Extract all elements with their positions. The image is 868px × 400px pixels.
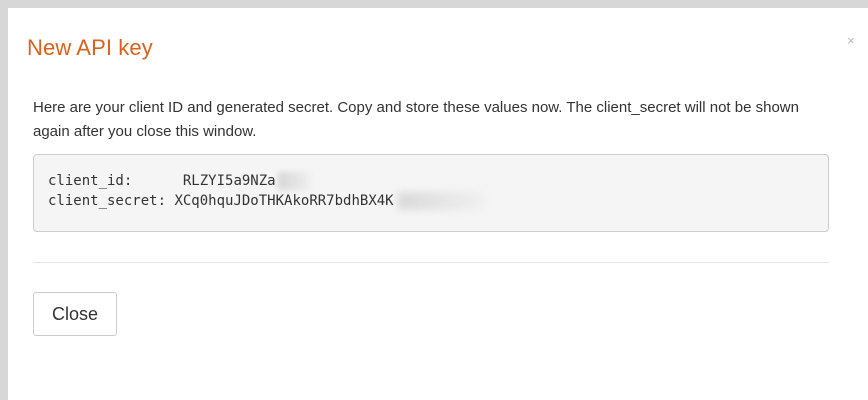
client-secret-line: client_secret: XCq0hquJDoTHKAkoRR7bdhBX4… [48, 191, 814, 211]
modal-footer-divider [33, 262, 829, 263]
client-id-label: client_id: [48, 173, 133, 189]
client-id-line: client_id: RLZYI5a9NZa [48, 171, 814, 191]
modal-title: New API key [27, 35, 153, 60]
client-id-redaction [277, 172, 310, 190]
client-secret-value: XCq0hquJDoTHKAkoRR7bdhBX4K [174, 193, 394, 209]
client-secret-label: client_secret: [48, 193, 167, 209]
credentials-code-block: client_id: RLZYI5a9NZa client_secret: XC… [33, 154, 829, 232]
modal-backdrop-left [0, 0, 8, 400]
close-icon[interactable]: × [847, 34, 855, 47]
client-secret-redaction [397, 192, 484, 210]
modal-backdrop-top [0, 0, 868, 8]
client-id-value: RLZYI5a9NZa [182, 173, 276, 189]
close-button[interactable]: Close [33, 292, 117, 336]
modal-description: Here are your client ID and generated se… [33, 99, 799, 140]
api-key-modal: New API key × Here are your client ID an… [8, 8, 868, 400]
